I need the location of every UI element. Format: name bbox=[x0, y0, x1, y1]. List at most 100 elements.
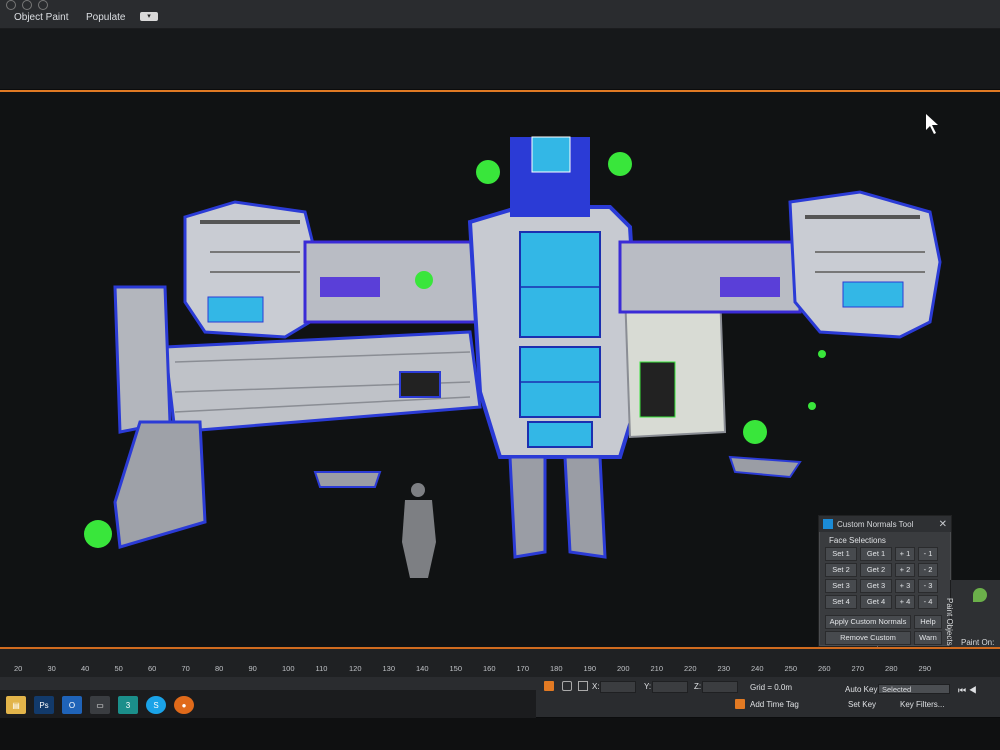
timeline-tick-label: 150 bbox=[449, 664, 463, 673]
set-3-button[interactable]: Set 3 bbox=[825, 579, 857, 593]
get-1-button[interactable]: Get 1 bbox=[860, 547, 892, 561]
set-1-button[interactable]: Set 1 bbox=[825, 547, 857, 561]
timeline-tick-label: 210 bbox=[650, 664, 664, 673]
timeline-tick-label: 30 bbox=[47, 664, 56, 673]
ribbon-dropdown[interactable]: ▾ bbox=[140, 12, 158, 21]
playback-controls-icon[interactable]: ⏮ ◀ bbox=[958, 685, 977, 696]
add-time-tag[interactable]: Add Time Tag bbox=[750, 700, 799, 709]
monitor-bezel bbox=[0, 718, 1000, 750]
timeline-tick-label: 120 bbox=[349, 664, 362, 673]
left-boom bbox=[163, 330, 482, 434]
x-field[interactable] bbox=[600, 681, 636, 693]
timeline-tick-label: 260 bbox=[818, 664, 831, 673]
selection-row-4: Set 4 Get 4 + 4 - 4 bbox=[825, 595, 945, 609]
taskbar: ▤ Ps O ▭ 3 S ● bbox=[0, 690, 536, 720]
timeline-tick-label: 60 bbox=[148, 664, 157, 673]
y-label: Y: bbox=[644, 682, 652, 691]
timeline-tick-label: 240 bbox=[751, 664, 764, 673]
3ds-max-icon[interactable]: 3 bbox=[118, 696, 138, 714]
grid-readout: Grid = 0.0m bbox=[750, 683, 793, 692]
set-2-button[interactable]: Set 2 bbox=[825, 563, 857, 577]
time-tag-icon[interactable] bbox=[735, 699, 745, 709]
tool-titlebar[interactable]: Custom Normals Tool ✕ bbox=[819, 516, 951, 532]
ribbon-panel-area bbox=[0, 29, 1000, 89]
warn-button[interactable]: Warn bbox=[914, 631, 942, 645]
timeline-tick-label: 140 bbox=[416, 664, 429, 673]
auto-key-label[interactable]: Auto Key bbox=[845, 685, 877, 694]
ribbon-mini-icons bbox=[6, 0, 48, 10]
get-4-button[interactable]: Get 4 bbox=[860, 595, 892, 609]
timeline[interactable]: 20 30 40 50 60 70 80 90 100 110 120 130 140 150 160 170… bbox=[0, 647, 1000, 677]
add-1-button[interactable]: + 1 bbox=[895, 547, 915, 561]
paint-objects-panel: Paint Objects Paint On: bbox=[945, 580, 1000, 650]
add-2-button[interactable]: + 2 bbox=[895, 563, 915, 577]
key-filters-button[interactable]: Key Filters... bbox=[900, 700, 944, 709]
sub-4-button[interactable]: - 4 bbox=[918, 595, 938, 609]
timeline-tick-label: 160 bbox=[483, 664, 496, 673]
timeline-tick-label: 230 bbox=[717, 664, 731, 673]
remove-custom-normals-button[interactable]: Remove Custom Normals bbox=[825, 631, 911, 654]
lasso-icon[interactable] bbox=[22, 0, 32, 10]
selection-lock-icon[interactable] bbox=[544, 681, 554, 691]
timeline-tick-label: 90 bbox=[248, 664, 257, 673]
landing-gear bbox=[313, 455, 802, 559]
get-3-button[interactable]: Get 3 bbox=[860, 579, 892, 593]
y-field[interactable] bbox=[652, 681, 688, 693]
get-2-button[interactable]: Get 2 bbox=[860, 563, 892, 577]
circle-icon[interactable] bbox=[38, 0, 48, 10]
paint-brush-icon[interactable] bbox=[973, 588, 987, 602]
file-explorer-icon[interactable]: ▤ bbox=[6, 696, 26, 714]
timeline-tick-label: 170 bbox=[516, 664, 530, 673]
timeline-tick-label: 100 bbox=[282, 664, 295, 673]
timeline-tick-label: 50 bbox=[114, 664, 123, 673]
select-icon[interactable] bbox=[6, 0, 16, 10]
apply-custom-normals-button[interactable]: Apply Custom Normals bbox=[825, 615, 911, 629]
timeline-ticks: 20 30 40 50 60 70 80 90 100 110 120 130 140 150 160 170… bbox=[0, 661, 1000, 677]
ribbon: Object Paint Populate ▾ bbox=[0, 0, 1000, 29]
remove-row: Remove Custom Normals Warn bbox=[825, 631, 945, 654]
timeline-tick-label: 80 bbox=[215, 664, 224, 673]
firefox-icon[interactable]: ● bbox=[174, 696, 194, 714]
timeline-tick-label: 200 bbox=[617, 664, 630, 673]
set-key-label[interactable]: Set Key bbox=[848, 700, 876, 709]
sub-2-button[interactable]: - 2 bbox=[918, 563, 938, 577]
z-field[interactable] bbox=[702, 681, 738, 693]
z-label: Z: bbox=[694, 682, 702, 691]
paint-on-label: Paint On: bbox=[961, 638, 995, 647]
max-logo-icon bbox=[823, 519, 833, 529]
timeline-tick-label: 70 bbox=[181, 664, 190, 673]
set-4-button[interactable]: Set 4 bbox=[825, 595, 857, 609]
close-icon[interactable]: ✕ bbox=[939, 519, 947, 530]
helper-dot bbox=[808, 402, 816, 410]
timeline-tick-label: 180 bbox=[550, 664, 563, 673]
lock-icon[interactable] bbox=[562, 681, 572, 691]
helper-dot bbox=[415, 271, 433, 289]
photoshop-icon[interactable]: Ps bbox=[34, 696, 54, 714]
custom-normals-tool: Custom Normals Tool ✕ Face Selections Se… bbox=[818, 515, 952, 654]
tablet-icon[interactable]: ▭ bbox=[90, 696, 110, 714]
skype-icon[interactable]: S bbox=[146, 696, 166, 714]
tab-populate[interactable]: Populate bbox=[86, 12, 125, 23]
paint-objects-label: Paint Objects bbox=[945, 598, 954, 646]
timeline-tick-label: 190 bbox=[583, 664, 597, 673]
help-button[interactable]: Help bbox=[914, 615, 942, 629]
left-engine-pod bbox=[183, 200, 317, 339]
timeline-tick-label: 250 bbox=[784, 664, 798, 673]
tool-title: Custom Normals Tool bbox=[837, 519, 914, 529]
sub-3-button[interactable]: - 3 bbox=[918, 579, 938, 593]
human-scale-figure bbox=[402, 483, 436, 578]
outlook-icon[interactable]: O bbox=[62, 696, 82, 714]
timeline-tick-label: 20 bbox=[14, 664, 23, 673]
key-mode-select[interactable]: Selected bbox=[878, 684, 950, 694]
helper-dot bbox=[818, 350, 826, 358]
sub-1-button[interactable]: - 1 bbox=[918, 547, 938, 561]
absolute-mode-icon[interactable] bbox=[578, 681, 588, 691]
tab-object-paint[interactable]: Object Paint bbox=[14, 12, 68, 23]
add-3-button[interactable]: + 3 bbox=[895, 579, 915, 593]
timeline-tick-label: 40 bbox=[81, 664, 90, 673]
add-4-button[interactable]: + 4 bbox=[895, 595, 915, 609]
mouse-cursor-icon bbox=[926, 114, 938, 134]
timeline-tick-label: 270 bbox=[851, 664, 865, 673]
timeline-tick-label: 220 bbox=[684, 664, 697, 673]
selection-row-3: Set 3 Get 3 + 3 - 3 bbox=[825, 579, 945, 593]
